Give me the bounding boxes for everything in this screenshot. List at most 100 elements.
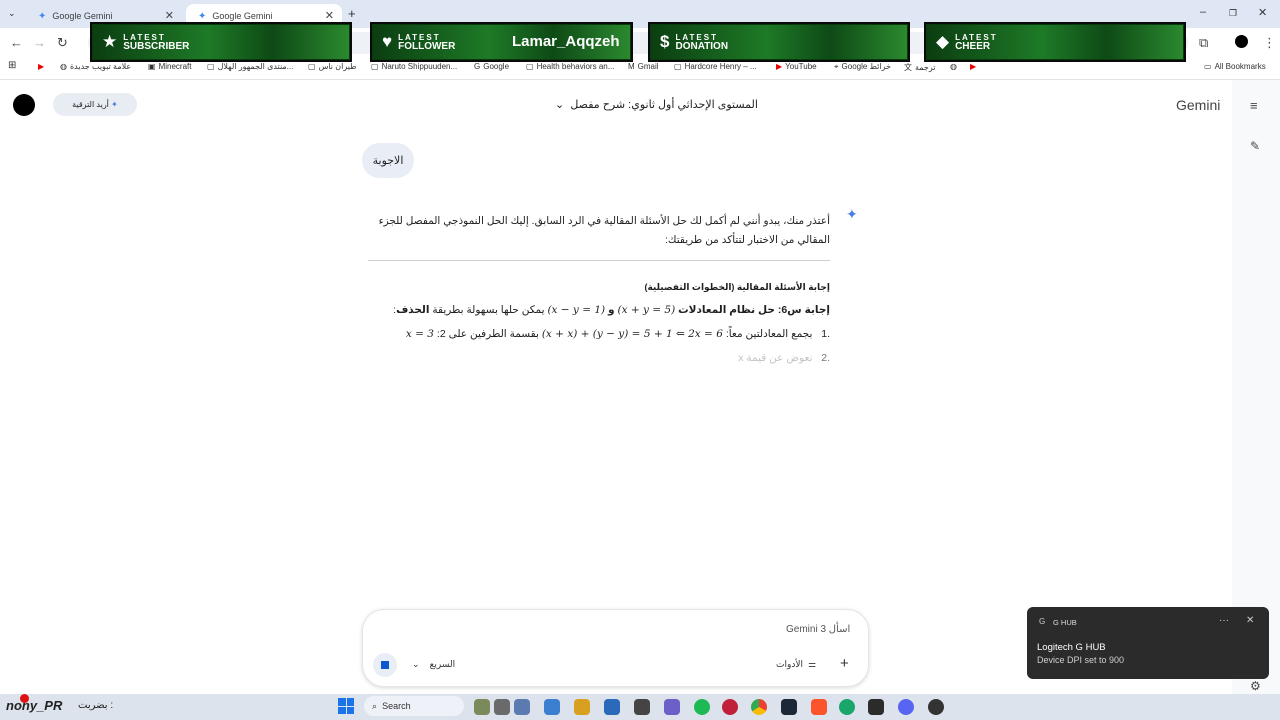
prompt-box [362,609,869,687]
apps-grid-icon[interactable]: ⊞ [8,60,16,71]
bookmark-minecraft[interactable]: ▣ Minecraft [148,62,191,71]
equation-1: (x + y = 5) [617,304,676,316]
step-1-math-b: x = 3 [405,328,434,340]
bookmark-youtube-3[interactable]: ▶ [970,62,979,71]
page-icon: ▢ [526,62,534,71]
bookmark-label: Google خرائط [841,62,891,71]
gear-icon[interactable]: ⚙ [1250,679,1261,693]
bookmark-label: منتدى الجمهور الهلال... [217,62,294,71]
ghub-icon: G [1039,617,1046,626]
back-arrow-icon[interactable]: ← [10,35,23,50]
bookmark-maps[interactable]: ⌖ Google خرائط [834,62,891,72]
overlay-latest-follower: ♥ LATEST FOLLOWER Lamar_Aqqzeh [370,22,633,62]
chat-message: بضربت : [78,700,114,711]
chrome-icon[interactable] [751,699,767,715]
upgrade-button[interactable]: أريد الترقية ✦ [53,93,137,116]
and-word: و [608,304,615,316]
google-icon: G [474,62,481,71]
header-divider [0,79,1280,80]
stop-button[interactable] [373,653,397,677]
bookmark-flynas[interactable]: ▢ طيران ناس [308,62,357,71]
bookmark-globe[interactable]: ◍ [950,62,960,71]
extensions-icon[interactable]: ⧉ [1199,35,1208,51]
method-word: الحذف [396,304,430,316]
bookmark-translate[interactable]: 文 ترجمة [904,62,936,73]
response-divider [368,260,830,261]
bookmark-forum[interactable]: ▢ منتدى الجمهور الهلال... [207,62,293,71]
app-icon[interactable] [868,699,884,715]
kebab-menu-icon[interactable]: ⋮ [1263,35,1276,51]
spotify-icon[interactable] [694,699,710,715]
bookmark-youtube[interactable]: ▶ [38,62,47,71]
maps-icon: ⌖ [834,62,839,71]
app-icon[interactable] [722,699,738,715]
app-icon[interactable] [664,699,680,715]
taskbar-search[interactable]: ⌕ Search [364,696,464,716]
new-chat-icon[interactable]: ✎ [1250,139,1260,153]
app-icon[interactable] [494,699,510,715]
side-panel [1232,80,1280,695]
prompt-input[interactable]: اسأل Gemini 3 [786,624,850,635]
model-selector[interactable]: ⌄ السريع [412,659,455,670]
bookmark-naruto[interactable]: ▢ Naruto Shippuuden... [371,62,457,71]
close-tab-icon[interactable]: ✕ [165,9,174,22]
conversation-title[interactable]: المستوى الإحداثي أول ثانوي: شرح مفصل ⌄ [555,98,758,111]
obs-icon[interactable] [928,699,944,715]
overlay-latest-donation: $ LATEST DONATION [648,22,910,62]
bookmark-gmail[interactable]: M Gmail [628,62,659,71]
folder-icon[interactable] [574,699,590,715]
translate-icon: 文 [904,63,912,72]
add-attachment-button[interactable]: + [840,655,849,672]
profile-avatar[interactable] [1235,35,1248,48]
page-icon: ▢ [308,62,316,71]
page-icon: ▢ [674,62,682,71]
app-icon[interactable] [839,699,855,715]
new-tab-button[interactable]: + [348,6,356,21]
app-icon[interactable] [514,699,530,715]
steam-icon[interactable] [781,699,797,715]
conversation-title-text: المستوى الإحداثي أول ثانوي: شرح مفصل [570,99,758,111]
app-icon[interactable] [604,699,620,715]
bookmark-youtube-2[interactable]: ▶ YouTube [776,62,817,71]
more-options-icon[interactable]: ··· [1219,615,1229,626]
youtube-icon: ▶ [776,62,783,71]
close-icon[interactable]: ✕ [1246,615,1254,626]
minimize-button[interactable]: – [1200,6,1206,18]
bookmark-label: Hardcore Henry – ... [684,62,757,71]
windows-start-icon[interactable] [338,698,354,714]
tools-label: الأدوات [776,659,803,669]
bookmark-hardcore-henry[interactable]: ▢ Hardcore Henry – ... [674,62,757,71]
reload-icon[interactable]: ↻ [57,35,68,51]
forward-arrow-icon[interactable]: → [33,35,46,50]
bookmark-health[interactable]: ▢ Health behaviors an... [526,62,614,71]
step-1: .1 بجمع المعادلتين معاً: (x + x) + (y − … [368,325,830,344]
brave-icon[interactable] [811,699,827,715]
app-icon[interactable] [634,699,650,715]
all-bookmarks[interactable]: ▭ All Bookmarks [1204,62,1266,71]
step-1-text-2: بقسمة الطرفين على 2: [436,328,539,340]
maximize-button[interactable]: ❐ [1229,8,1237,19]
discord-icon[interactable] [898,699,914,715]
app-icon[interactable] [544,699,560,715]
heart-icon: ♥ [382,32,393,51]
notification-toast[interactable]: G G HUB ··· ✕ Logitech G HUB Device DPI … [1027,607,1269,679]
bookmarks-bar: ⊞ ▶ ◍ علامة تبويب جديدة ▣ Minecraft ▢ منتدى… [0,58,1280,76]
bookmark-new-tab[interactable]: ◍ علامة تبويب جديدة [60,62,131,71]
toast-title: Logitech G HUB [1037,642,1106,653]
tools-button[interactable]: الأدوات ⚌ [776,659,816,670]
bookmark-label: Minecraft [158,62,192,71]
section-title: إجابة الأسئلة المقالية (الخطوات التفصيلي… [644,282,830,292]
close-window-button[interactable]: ✕ [1258,6,1267,19]
all-bookmarks-label: All Bookmarks [1214,62,1266,71]
gmail-icon: M [628,62,635,71]
app-icon[interactable] [474,699,490,715]
close-tab-icon[interactable]: ✕ [325,9,334,22]
toast-app-name: G HUB [1053,618,1077,627]
tab-list-chevron-icon[interactable]: ⌄ [8,8,16,19]
bookmark-google[interactable]: G Google [474,62,509,71]
bookmark-label: Health behaviors an... [536,62,615,71]
gemini-tab-icon: ✦ [38,10,47,22]
minecraft-icon: ▣ [148,62,156,71]
avatar[interactable] [13,94,35,116]
hamburger-menu-icon[interactable]: ≡ [1250,98,1258,113]
